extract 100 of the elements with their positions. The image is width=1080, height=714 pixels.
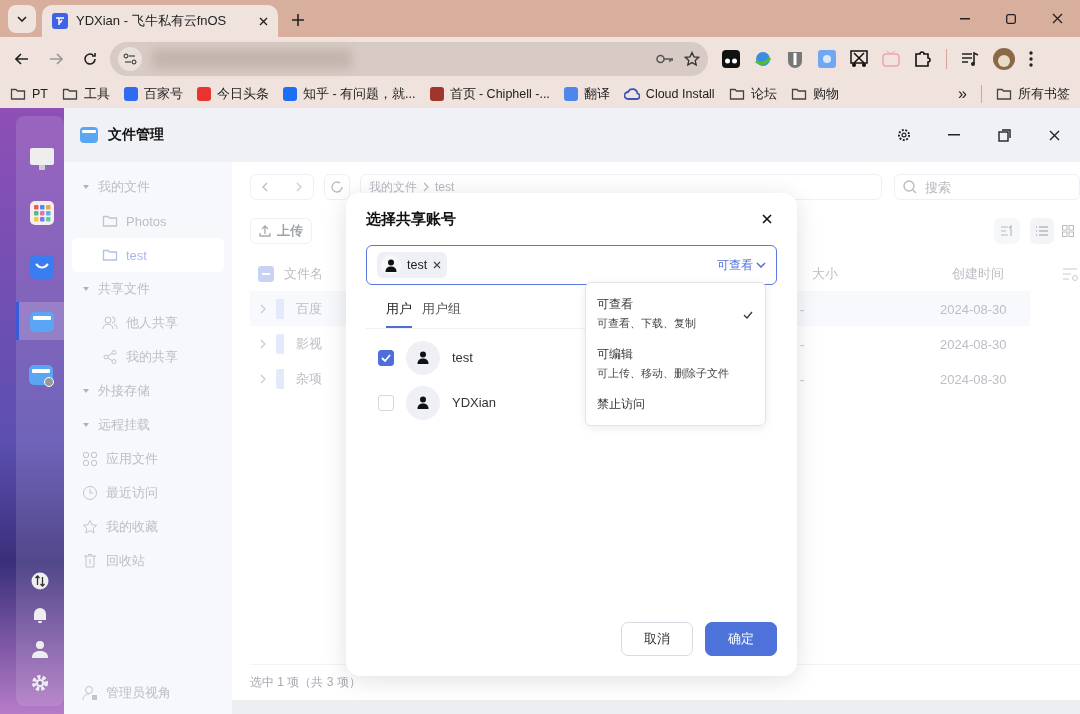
bookmark[interactable]: 今日头条 bbox=[197, 85, 269, 103]
file-name: 影视 bbox=[296, 336, 322, 351]
user-avatar bbox=[406, 340, 440, 375]
site-logo-icon bbox=[52, 13, 68, 29]
column-header: 创建时间 bbox=[952, 266, 1004, 281]
folder-gear-icon bbox=[28, 363, 55, 387]
table-cell: 2024-08-30 bbox=[940, 336, 1007, 352]
chevron-left-icon bbox=[262, 182, 268, 192]
app-grid-icon bbox=[29, 201, 54, 225]
confirm-button[interactable]: 确定 bbox=[705, 622, 777, 656]
list-icon bbox=[1036, 225, 1048, 237]
search-field[interactable]: 搜索 bbox=[894, 174, 1080, 200]
minimize-icon bbox=[960, 17, 970, 20]
plus-icon bbox=[292, 14, 304, 26]
chevron-right-icon bbox=[296, 182, 302, 192]
user-avatar bbox=[381, 255, 401, 275]
option-title: 可查看 bbox=[597, 297, 634, 312]
chevron-down-icon bbox=[756, 262, 766, 268]
bookmark[interactable]: 知乎 - 有问题，就... bbox=[283, 85, 416, 103]
dialog-title: 选择共享账号 bbox=[366, 209, 457, 229]
expand-icon bbox=[260, 303, 266, 314]
table-cell: - bbox=[800, 301, 805, 317]
share-icon bbox=[102, 349, 118, 365]
bookmark[interactable]: 购物 bbox=[790, 85, 839, 103]
bookmark[interactable]: 论坛 bbox=[728, 85, 777, 103]
minimize-icon bbox=[948, 134, 960, 136]
bookmark[interactable]: 百家号 bbox=[124, 85, 183, 103]
grid-icon bbox=[1062, 225, 1074, 237]
column-header: 文件名 bbox=[284, 266, 323, 281]
site-settings-icon[interactable] bbox=[118, 46, 142, 71]
table-cell: - bbox=[800, 371, 805, 387]
menu-option[interactable]: 可查看 可查看、下载、复制 bbox=[586, 289, 765, 339]
shield-icon[interactable] bbox=[786, 49, 804, 68]
option-description: 可查看、下载、复制 bbox=[597, 316, 697, 331]
key-icon[interactable] bbox=[656, 53, 674, 64]
bookmark[interactable]: 工具 bbox=[62, 85, 110, 103]
restore-icon bbox=[997, 128, 1011, 142]
tab[interactable]: 用户组 bbox=[422, 297, 461, 328]
bookmark[interactable]: 首页 - Chiphell -... bbox=[429, 85, 550, 103]
close-icon bbox=[762, 214, 772, 224]
clock-icon bbox=[82, 485, 98, 501]
media-icon[interactable] bbox=[961, 50, 979, 67]
cloud-icon bbox=[623, 88, 640, 100]
arrow-right-icon bbox=[49, 52, 63, 65]
maximize-icon bbox=[1006, 13, 1016, 24]
cancel-button[interactable]: 取消 bbox=[621, 622, 693, 656]
star-icon bbox=[82, 519, 98, 535]
option-title: 可编辑 bbox=[597, 347, 634, 362]
remove-icon[interactable] bbox=[433, 261, 442, 269]
refresh-icon bbox=[330, 180, 344, 194]
close-icon bbox=[1051, 13, 1063, 24]
tab[interactable]: 用户 bbox=[386, 297, 412, 328]
tab-list-button[interactable] bbox=[8, 5, 36, 33]
trash-icon bbox=[82, 553, 98, 569]
reload-icon bbox=[83, 51, 97, 66]
bookmark[interactable]: 所有书签 bbox=[996, 85, 1070, 103]
bookmark[interactable]: PT bbox=[10, 86, 48, 102]
caret-icon bbox=[82, 421, 90, 429]
caret-icon bbox=[17, 16, 27, 22]
bell-icon[interactable] bbox=[32, 606, 48, 624]
user-avatar bbox=[406, 385, 440, 420]
menu-option[interactable]: 禁止访问 bbox=[586, 389, 765, 419]
puzzle-icon[interactable] bbox=[914, 49, 932, 68]
column-settings-icon bbox=[1062, 266, 1078, 281]
checkbox[interactable] bbox=[378, 349, 394, 366]
extension-icon[interactable] bbox=[722, 49, 740, 68]
file-name: 杂项 bbox=[296, 371, 322, 386]
arrow-left-icon bbox=[15, 52, 29, 65]
transfer-icon[interactable] bbox=[31, 572, 49, 590]
chip-label: test bbox=[407, 258, 428, 272]
upload-icon bbox=[259, 225, 271, 237]
expand-icon bbox=[260, 338, 266, 349]
bookmark[interactable]: 翻译 bbox=[563, 85, 610, 103]
scissors-icon[interactable] bbox=[850, 49, 868, 68]
bookmark[interactable]: Cloud Install bbox=[623, 87, 715, 101]
table-cell: 2024-08-30 bbox=[940, 301, 1007, 317]
app-grid-icon bbox=[82, 451, 98, 467]
close-icon[interactable] bbox=[259, 16, 268, 26]
separator-icon bbox=[423, 182, 429, 192]
caret-icon bbox=[82, 387, 90, 395]
column-header: 大小 bbox=[812, 266, 838, 281]
status-text: 选中 1 项（共 3 项） bbox=[250, 674, 361, 691]
browser-tab[interactable]: YDXian - 飞牛私有云fnOS bbox=[42, 5, 278, 37]
star-icon[interactable] bbox=[684, 50, 700, 67]
expand-icon bbox=[260, 373, 266, 384]
tab-title: YDXian - 飞牛私有云fnOS bbox=[76, 12, 228, 30]
select-all-checkbox[interactable] bbox=[258, 265, 274, 282]
caret-icon bbox=[82, 285, 90, 293]
store-bag-icon bbox=[29, 255, 54, 279]
user-icon[interactable] bbox=[32, 640, 48, 658]
profile-avatar[interactable] bbox=[993, 47, 1015, 70]
sort-icon bbox=[1000, 225, 1014, 237]
settings-icon[interactable] bbox=[31, 674, 49, 692]
menu-option[interactable]: 可编辑 可上传、移动、删除子文件 bbox=[586, 339, 765, 389]
more-bookmarks-button[interactable]: » bbox=[958, 85, 967, 103]
menu-icon[interactable] bbox=[1029, 50, 1033, 67]
option-title: 禁止访问 bbox=[597, 396, 646, 412]
user-name: test bbox=[452, 350, 473, 365]
permission-dropdown[interactable]: 可查看 bbox=[717, 256, 766, 274]
dock-item[interactable] bbox=[16, 302, 64, 340]
